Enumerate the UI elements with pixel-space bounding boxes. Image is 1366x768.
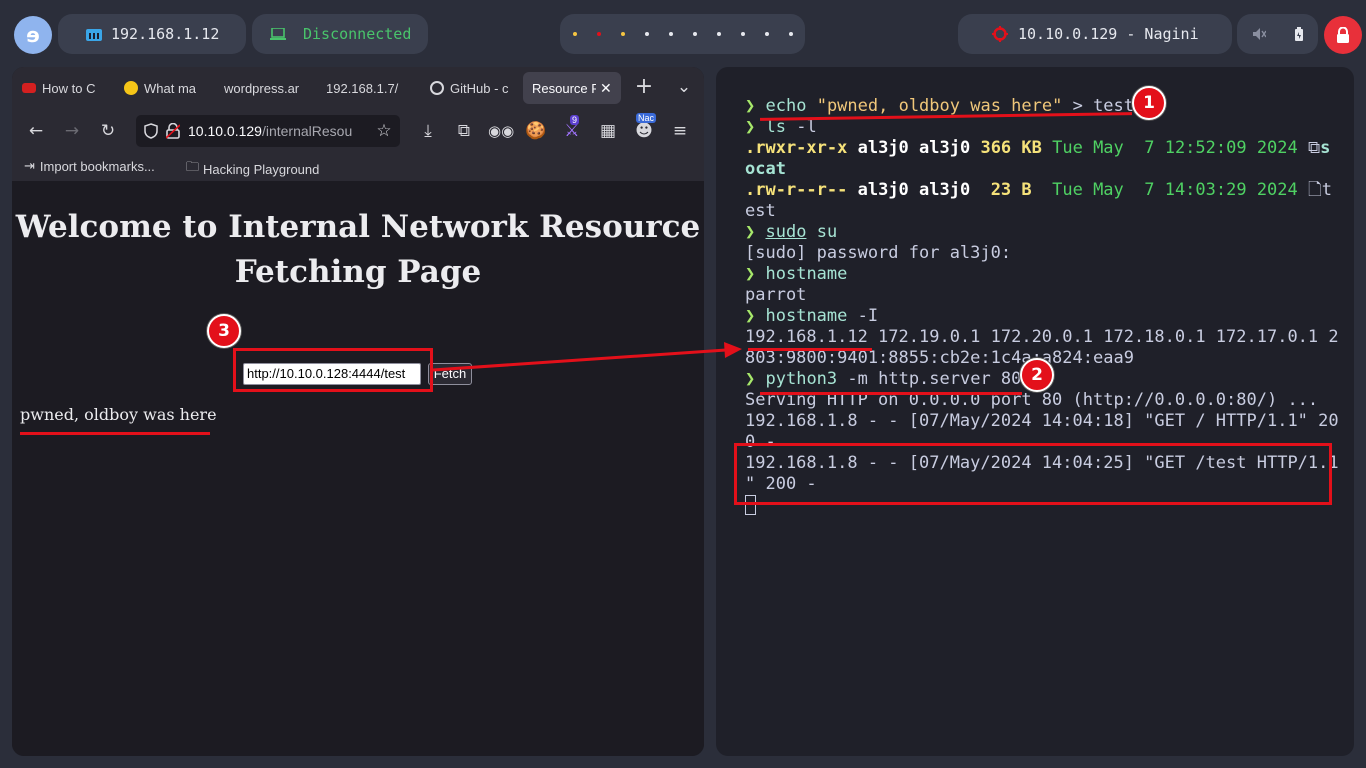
github-favicon-icon — [430, 81, 444, 95]
navigation-toolbar: ← → ↻ 10.10.0.129/internalResou ☆ ⤓ ⧉ ◉◉… — [12, 109, 704, 153]
list-all-tabs-chevron-icon[interactable]: ⌄ — [672, 75, 696, 99]
import-bookmarks-item[interactable]: ⇥ Import bookmarks... — [24, 158, 155, 174]
page-content: Welcome to Internal Network Resource Fet… — [12, 181, 704, 756]
firefox-window: How to C What ma wordpress.ar 192.168.1.… — [12, 67, 704, 756]
tab-how-to[interactable]: How to C — [22, 72, 122, 104]
terminal-line: est — [745, 201, 776, 221]
annotation-box-url-input — [233, 348, 433, 392]
url-host: 10.10.0.129 — [188, 123, 262, 139]
target-crosshair-icon — [992, 26, 1008, 42]
downloads-icon[interactable]: ⤓ — [416, 119, 440, 143]
terminal-line: ❯ hostname -I — [745, 306, 879, 326]
extension-badge-nac: Nac — [636, 113, 657, 123]
hamburger-menu-icon[interactable]: ≡ — [668, 119, 692, 143]
terminal-line: 192.168.1.8 - - [07/May/2024 14:04:18] "… — [745, 411, 1339, 431]
workspace-dot[interactable] — [716, 32, 721, 36]
workspace-dot[interactable] — [644, 32, 649, 36]
vpn-status-label: Disconnected — [303, 25, 412, 43]
battery-icon[interactable] — [1295, 27, 1304, 41]
annotation-underline-result — [20, 432, 210, 435]
page-title: Welcome to Internal Network Resource Fet… — [15, 209, 701, 290]
terminal-line: ocat — [745, 159, 786, 179]
annotation-underline-ip — [748, 348, 872, 351]
volume-muted-icon[interactable] — [1252, 27, 1266, 41]
tab-what-ma[interactable]: What ma — [124, 72, 218, 104]
new-tab-plus-icon[interactable]: + — [632, 75, 656, 99]
terminal-file-icon: ⧉ — [1308, 138, 1321, 158]
reload-icon[interactable]: ↻ — [96, 119, 120, 143]
workspace-dot[interactable] — [788, 32, 793, 36]
document-file-icon: 🗋 — [1308, 180, 1322, 200]
target-widget[interactable]: 10.10.0.129 - Nagini — [958, 14, 1232, 54]
local-ip-widget[interactable]: 192.168.1.12 — [58, 14, 246, 54]
lock-screen-button[interactable] — [1324, 16, 1362, 54]
network-icon — [86, 29, 102, 41]
vpn-status-widget[interactable]: Disconnected — [252, 14, 428, 54]
workspace-dot[interactable] — [668, 32, 673, 36]
workspace-dot[interactable] — [692, 32, 697, 36]
workspace-dot[interactable] — [596, 32, 601, 36]
terminal-line: ❯ hostname — [745, 264, 848, 284]
import-icon: ⇥ — [24, 158, 35, 173]
laptop-icon — [270, 28, 286, 40]
tab-wordpress[interactable]: wordpress.ar — [224, 72, 316, 104]
wappalyzer-extension-icon[interactable]: ▦ — [596, 119, 620, 143]
terminal-line: ❯ python3 -m http.server 80 — [745, 369, 1022, 389]
back-arrow-icon[interactable]: ← — [24, 119, 48, 143]
tab-github[interactable]: GitHub - c — [430, 72, 520, 104]
fetched-result-text: pwned, oldboy was here — [20, 405, 217, 424]
terminal-line: 192.168.1.12 172.19.0.1 172.20.0.1 172.1… — [745, 327, 1339, 347]
system-tray[interactable] — [1237, 14, 1318, 54]
bookmarks-toolbar: ⇥ Import bookmarks... 🗀 Hacking Playgrou… — [12, 153, 704, 181]
folder-icon: 🗀 — [186, 159, 200, 174]
workspace-dot[interactable] — [572, 32, 577, 36]
insecure-lock-icon — [166, 123, 180, 139]
terminal-line: 803:9800:9401:8855:cb2e:1c4a:a824:eaa9 — [745, 348, 1134, 368]
workspace-dot[interactable] — [740, 32, 745, 36]
terminal-window[interactable]: ❯ echo "pwned, oldboy was here" > test ❯… — [716, 67, 1354, 756]
tab-resource-fetching[interactable]: Resource F ✕ — [523, 72, 621, 104]
terminal-line: [sudo] password for al3j0: — [745, 243, 1012, 263]
forward-arrow-icon[interactable]: → — [60, 119, 84, 143]
terminal-line: ❯ sudo su — [745, 222, 838, 242]
url-path: /internalResou — [261, 123, 353, 139]
debian-menu-button[interactable]: ɘ — [14, 16, 52, 54]
terminal-line: .rw-r--r-- al3j0 al3j0 23 B Tue May 7 14… — [745, 180, 1332, 200]
annotation-underline-python — [760, 392, 1022, 395]
url-bar[interactable]: 10.10.0.129/internalResou — [136, 115, 400, 147]
sunglasses-extension-icon[interactable]: ◉◉ — [488, 119, 514, 143]
lock-icon — [1337, 27, 1349, 43]
extension-badge: 9 — [570, 115, 580, 125]
target-label: 10.10.0.129 - Nagini — [1018, 25, 1199, 43]
debian-swirl-icon: ɘ — [26, 23, 40, 47]
annotation-badge-3: 3 — [207, 314, 241, 348]
bookmark-folder-hacking-playground[interactable]: 🗀 Hacking Playground — [186, 158, 319, 180]
tab-close-icon[interactable]: ✕ — [600, 80, 612, 97]
workspace-switcher[interactable] — [560, 14, 805, 54]
tab-192-168-1-7[interactable]: 192.168.1.7/ — [326, 72, 416, 104]
local-ip-label: 192.168.1.12 — [111, 25, 220, 43]
terminal-line: .rwxr-xr-x al3j0 al3j0 366 KB Tue May 7 … — [745, 138, 1331, 158]
fetch-button[interactable]: Fetch — [428, 363, 472, 385]
annotation-badge-1: 1 — [1132, 86, 1166, 120]
annotation-box-get-test — [734, 443, 1332, 505]
bolt-favicon-icon — [124, 81, 138, 95]
cookie-extension-icon[interactable]: 🍪 — [524, 119, 548, 143]
workspace-dot[interactable] — [764, 32, 769, 36]
extensions-puzzle-icon[interactable]: ⧉ — [452, 119, 476, 143]
hackthebox-favicon-icon — [22, 83, 36, 93]
terminal-line: parrot — [745, 285, 807, 305]
annotation-badge-2: 2 — [1020, 358, 1054, 392]
shield-icon — [144, 123, 158, 139]
tab-bar: How to C What ma wordpress.ar 192.168.1.… — [12, 67, 704, 109]
workspace-dot[interactable] — [620, 32, 625, 36]
bookmark-star-icon[interactable]: ☆ — [372, 119, 396, 143]
